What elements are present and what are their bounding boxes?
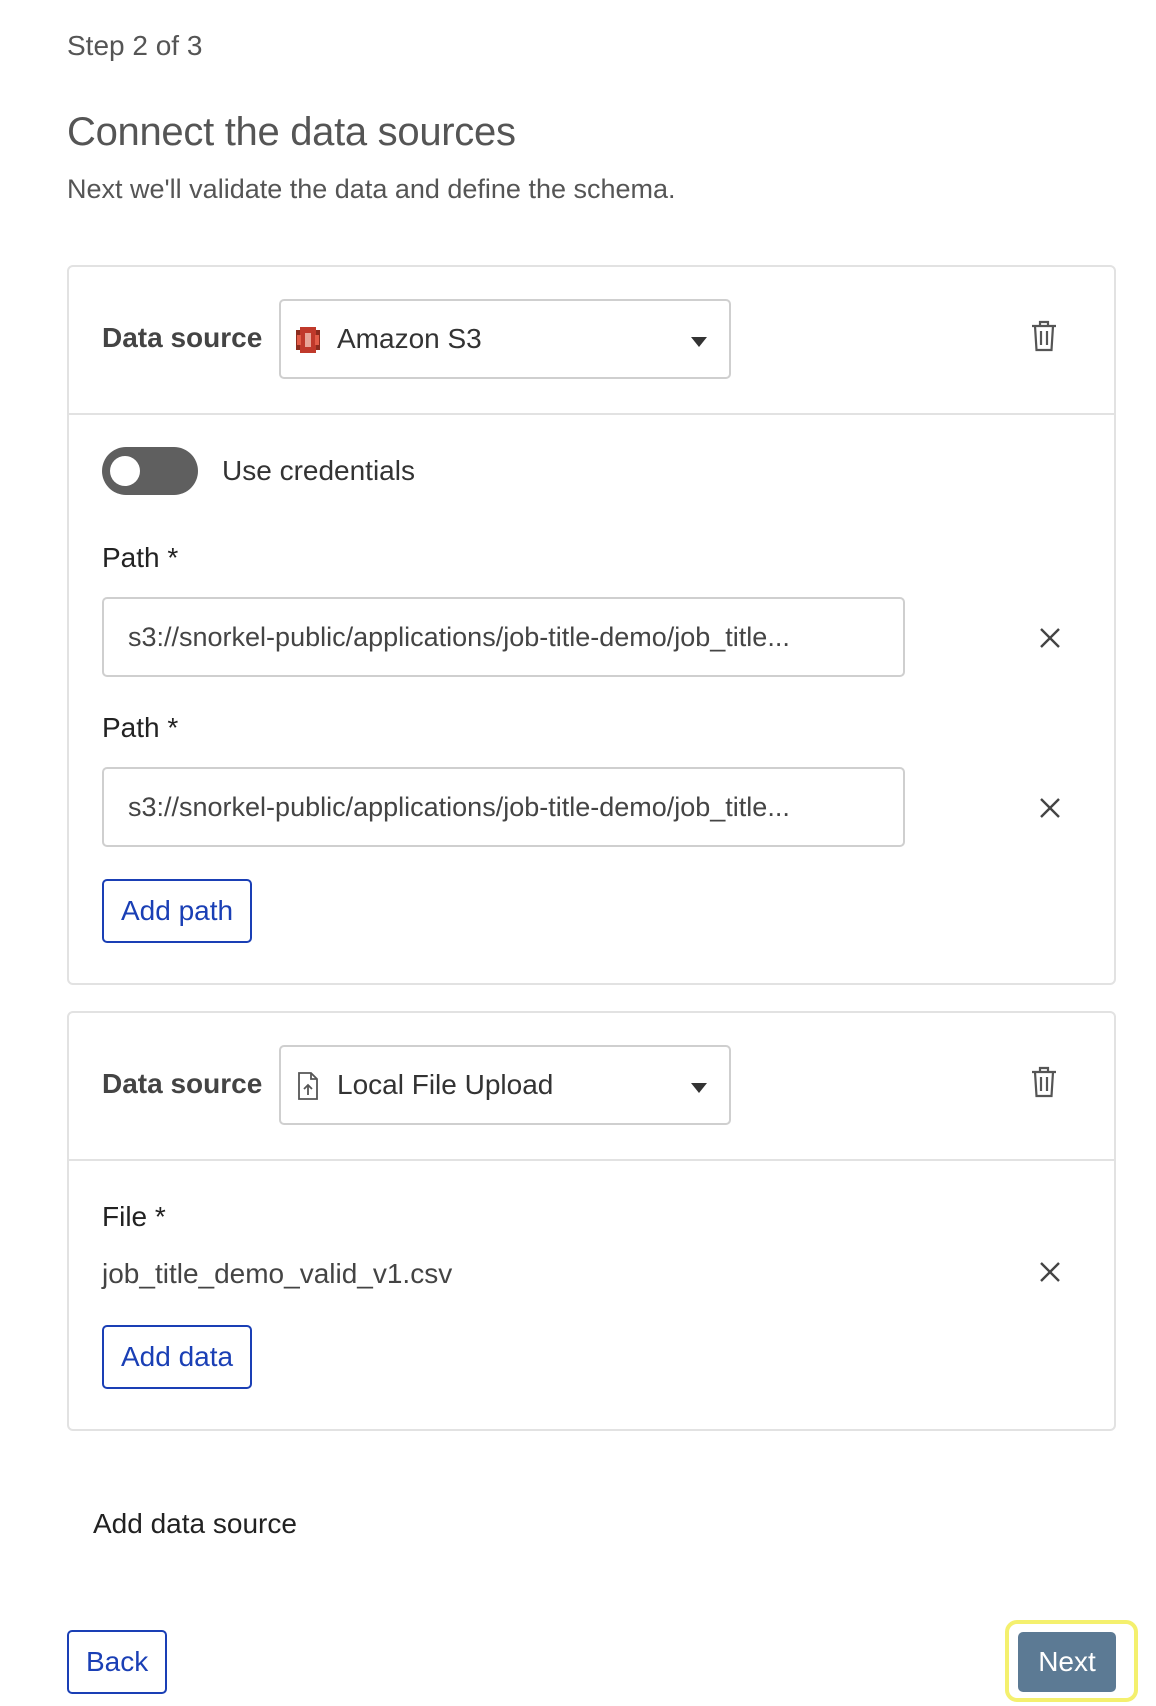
data-source-label: Data source — [102, 1068, 263, 1099]
toggle-knob — [110, 456, 140, 486]
data-source-header: Data source Amazon S3 — [69, 267, 1114, 415]
use-credentials-label: Use credentials — [222, 455, 415, 486]
page-subtitle: Next we'll validate the data and define … — [67, 174, 676, 204]
path-label-2: Path * — [102, 712, 179, 743]
clear-path-2-icon[interactable] — [1039, 797, 1061, 819]
data-source-selected: Local File Upload — [337, 1069, 554, 1100]
add-data-button[interactable]: Add data — [102, 1325, 253, 1389]
caret-down-icon — [691, 337, 707, 347]
file-name: job_title_demo_valid_v1.csv — [102, 1258, 453, 1289]
remove-file-icon[interactable] — [1039, 1261, 1061, 1283]
trash-icon[interactable] — [1029, 319, 1059, 353]
next-button[interactable]: Next — [1018, 1632, 1116, 1692]
add-data-source-button[interactable]: Add data source — [93, 1508, 297, 1540]
add-path-button[interactable]: Add path — [102, 879, 253, 943]
path-label-1: Path * — [102, 542, 179, 573]
clear-path-1-icon[interactable] — [1039, 627, 1061, 649]
page-title: Connect the data sources — [67, 110, 516, 154]
next-button-highlight: Next — [1005, 1620, 1138, 1702]
data-source-label: Data source — [102, 322, 263, 353]
path-input-2[interactable]: s3://snorkel-public/applications/job-tit… — [102, 767, 905, 847]
data-source-select[interactable]: Local File Upload — [279, 1045, 731, 1125]
data-source-header: Data source Local File Upload — [69, 1013, 1114, 1161]
amazon-s3-icon — [293, 325, 323, 355]
data-source-select[interactable]: Amazon S3 — [279, 299, 731, 379]
data-source-selected: Amazon S3 — [337, 323, 482, 354]
data-source-card-local: Data source Local File Upload File * job… — [67, 1011, 1116, 1431]
use-credentials-toggle[interactable] — [102, 447, 198, 495]
back-button[interactable]: Back — [67, 1630, 168, 1694]
trash-icon[interactable] — [1029, 1065, 1059, 1099]
data-source-card-s3: Data source Amazon S3 Use credentials Pa… — [67, 265, 1116, 985]
file-upload-icon — [293, 1071, 323, 1101]
step-indicator: Step 2 of 3 — [67, 30, 203, 61]
caret-down-icon — [691, 1083, 707, 1093]
file-label: File * — [102, 1201, 166, 1232]
path-input-1[interactable]: s3://snorkel-public/applications/job-tit… — [102, 597, 905, 677]
